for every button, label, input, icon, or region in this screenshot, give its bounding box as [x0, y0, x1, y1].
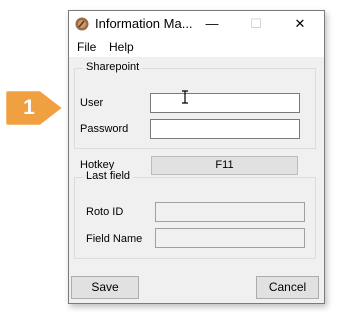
step-callout: 1 [0, 89, 66, 127]
text-cursor-icon [182, 90, 188, 104]
roto-id-field [155, 202, 305, 222]
sharepoint-legend: Sharepoint [83, 61, 143, 73]
menu-file[interactable]: File [77, 40, 96, 54]
field-name-label: Field Name [86, 233, 143, 245]
password-input[interactable] [150, 119, 300, 139]
maximize-button[interactable]: ☐ [239, 11, 273, 37]
window-title: Information Ma... [95, 16, 193, 31]
user-input[interactable] [150, 93, 300, 113]
information-manager-window: Information Ma... — ☐ ✕ File Help Sharep… [68, 10, 325, 304]
title-bar[interactable]: Information Ma... — ☐ ✕ [69, 11, 324, 37]
menu-bar: File Help [69, 37, 324, 57]
hotkey-button[interactable]: F11 [151, 156, 298, 175]
app-icon [75, 17, 89, 31]
menu-help[interactable]: Help [109, 40, 134, 54]
save-button[interactable]: Save [71, 276, 139, 299]
roto-id-label: Roto ID [86, 206, 124, 218]
callout-number: 1 [23, 96, 35, 119]
user-label: User [80, 97, 104, 109]
field-name-field [155, 228, 305, 248]
cancel-button[interactable]: Cancel [256, 276, 319, 299]
close-button[interactable]: ✕ [283, 11, 317, 37]
minimize-button[interactable]: — [195, 11, 229, 37]
password-label: Password [80, 123, 129, 135]
screenshot: 1 Information Ma... — ☐ ✕ File Help Shar… [0, 0, 340, 312]
last-field-legend: Last field [83, 170, 134, 182]
